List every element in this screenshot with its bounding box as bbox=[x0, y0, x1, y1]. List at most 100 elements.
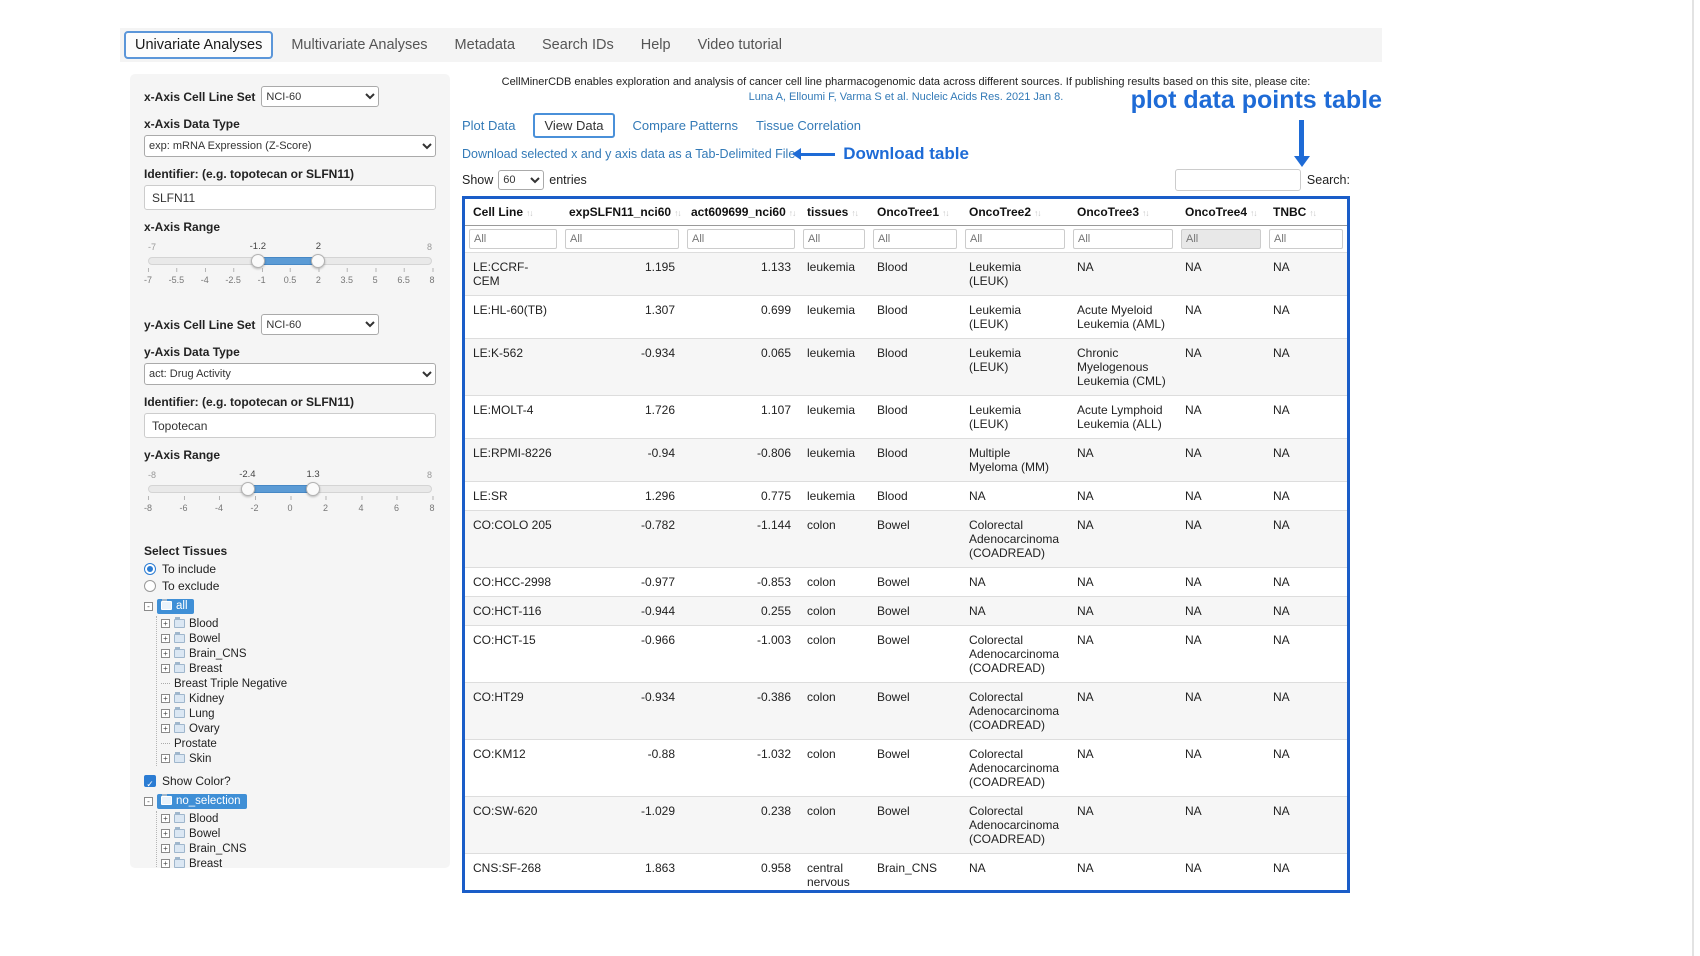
column-header-oncotree1[interactable]: OncoTree1↑↓ bbox=[869, 199, 961, 226]
table-row[interactable]: LE:RPMI-8226-0.94-0.806leukemiaBloodMult… bbox=[465, 439, 1347, 482]
expand-icon[interactable]: + bbox=[161, 649, 170, 658]
table-row[interactable]: CO:HT29-0.934-0.386colonBowelColorectal … bbox=[465, 683, 1347, 740]
tree-root-no-selection[interactable]: - no_selection bbox=[144, 792, 436, 810]
filter-cell bbox=[961, 226, 1069, 253]
slider-track[interactable] bbox=[148, 485, 432, 493]
slider-handle-high[interactable] bbox=[311, 254, 325, 268]
tree-item-breast-triple-negative[interactable]: Breast Triple Negative bbox=[161, 676, 436, 691]
filter-input-expslfn11-nci60[interactable] bbox=[565, 229, 679, 249]
slider-handle-low[interactable] bbox=[251, 254, 265, 268]
entries-select[interactable]: 60 bbox=[498, 170, 544, 190]
tree-item-blood[interactable]: +Blood bbox=[161, 616, 436, 631]
x-axis-cell-line-set-select[interactable]: NCI-60 bbox=[261, 86, 379, 107]
slider-track[interactable] bbox=[148, 257, 432, 265]
tab-tissue-correlation[interactable]: Tissue Correlation bbox=[756, 114, 861, 137]
nav-tab-multivariate-analyses[interactable]: Multivariate Analyses bbox=[282, 33, 436, 57]
table-row[interactable]: CNS:SF-2681.8630.958central nervous syst… bbox=[465, 854, 1347, 894]
tree-item-bowel[interactable]: +Bowel bbox=[161, 826, 436, 841]
slider-min-label: -7 bbox=[148, 242, 156, 252]
expand-icon[interactable]: + bbox=[161, 859, 170, 868]
expand-icon[interactable]: + bbox=[161, 634, 170, 643]
x-axis-identifier-input[interactable] bbox=[144, 185, 436, 210]
column-header-expslfn11-nci60[interactable]: expSLFN11_nci60↑↓ bbox=[561, 199, 683, 226]
table-row[interactable]: CO:HCT-116-0.9440.255colonBowelNANANANA bbox=[465, 597, 1347, 626]
expand-icon[interactable]: + bbox=[161, 694, 170, 703]
table-row[interactable]: LE:HL-60(TB)1.3070.699leukemiaBloodLeuke… bbox=[465, 296, 1347, 339]
tree-item-ovary[interactable]: +Ovary bbox=[161, 721, 436, 736]
table-row[interactable]: CO:SW-620-1.0290.238colonBowelColorectal… bbox=[465, 797, 1347, 854]
column-header-oncotree2[interactable]: OncoTree2↑↓ bbox=[961, 199, 1069, 226]
download-link[interactable]: Download selected x and y axis data as a… bbox=[462, 147, 795, 161]
table-row[interactable]: LE:K-562-0.9340.065leukemiaBloodLeukemia… bbox=[465, 339, 1347, 396]
column-header-oncotree4[interactable]: OncoTree4↑↓ bbox=[1177, 199, 1265, 226]
x-axis-data-type-select[interactable]: exp: mRNA Expression (Z-Score) bbox=[144, 135, 436, 157]
table-row[interactable]: LE:SR1.2960.775leukemiaBloodNANANANA bbox=[465, 482, 1347, 511]
tissue-exclude-radio[interactable]: To exclude bbox=[144, 579, 436, 593]
table-row[interactable]: CO:HCT-15-0.966-1.003colonBowelColorecta… bbox=[465, 626, 1347, 683]
nav-tab-help[interactable]: Help bbox=[632, 33, 680, 57]
expand-icon[interactable]: + bbox=[161, 754, 170, 763]
nav-tab-univariate-analyses[interactable]: Univariate Analyses bbox=[124, 31, 273, 59]
tab-compare-patterns[interactable]: Compare Patterns bbox=[633, 114, 739, 137]
filter-input-oncotree4[interactable] bbox=[1181, 229, 1261, 249]
column-header-oncotree3[interactable]: OncoTree3↑↓ bbox=[1069, 199, 1177, 226]
expand-icon[interactable]: + bbox=[161, 619, 170, 628]
table-row[interactable]: LE:MOLT-41.7261.107leukemiaBloodLeukemia… bbox=[465, 396, 1347, 439]
tree-item-blood[interactable]: +Blood bbox=[161, 811, 436, 826]
table-row[interactable]: CO:HCC-2998-0.977-0.853colonBowelNANANAN… bbox=[465, 568, 1347, 597]
tree-item-breast[interactable]: +Breast bbox=[161, 856, 436, 868]
tree-item-skin[interactable]: +Skin bbox=[161, 751, 436, 766]
filter-input-tissues[interactable] bbox=[803, 229, 865, 249]
scrollbar-track[interactable] bbox=[1692, 0, 1694, 956]
table-row[interactable]: LE:CCRF-CEM1.1951.133leukemiaBloodLeukem… bbox=[465, 253, 1347, 296]
cell: NA bbox=[1265, 740, 1347, 797]
tree-item-kidney[interactable]: +Kidney bbox=[161, 691, 436, 706]
filter-input-oncotree2[interactable] bbox=[965, 229, 1065, 249]
nav-tab-metadata[interactable]: Metadata bbox=[446, 33, 524, 57]
slider-handle-low[interactable] bbox=[241, 482, 255, 496]
x-axis-range-slider[interactable]: -7 8 -1.2 2 -7-5.5-4-2.5-10.523.556.58 bbox=[148, 242, 432, 300]
column-header-act609699-nci60[interactable]: act609699_nci60↑↓ bbox=[683, 199, 799, 226]
y-axis-cell-line-set-select[interactable]: NCI-60 bbox=[261, 314, 379, 335]
collapse-icon[interactable]: - bbox=[144, 797, 153, 806]
expand-icon[interactable]: + bbox=[161, 814, 170, 823]
table-row[interactable]: CO:COLO 205-0.782-1.144colonBowelColorec… bbox=[465, 511, 1347, 568]
tree-root-all[interactable]: - all bbox=[144, 597, 436, 615]
tree-item-bowel[interactable]: +Bowel bbox=[161, 631, 436, 646]
tab-view-data[interactable]: View Data bbox=[533, 113, 614, 138]
slider-fill bbox=[258, 257, 318, 265]
column-header-tissues[interactable]: tissues↑↓ bbox=[799, 199, 869, 226]
search-input[interactable] bbox=[1175, 169, 1301, 191]
filter-input-tnbc[interactable] bbox=[1269, 229, 1343, 249]
tree-item-prostate[interactable]: Prostate bbox=[161, 736, 436, 751]
tree-item-brain-cns[interactable]: +Brain_CNS bbox=[161, 841, 436, 856]
tree-item-breast[interactable]: +Breast bbox=[161, 661, 436, 676]
tree-item-brain-cns[interactable]: +Brain_CNS bbox=[161, 646, 436, 661]
tree-item-lung[interactable]: +Lung bbox=[161, 706, 436, 721]
expand-icon[interactable]: + bbox=[161, 724, 170, 733]
expand-icon[interactable]: + bbox=[161, 709, 170, 718]
nav-tab-search-ids[interactable]: Search IDs bbox=[533, 33, 623, 57]
y-axis-range-slider[interactable]: -8 8 -2.4 1.3 -8-6-4-202468 bbox=[148, 470, 432, 528]
tissue-include-radio[interactable]: To include bbox=[144, 562, 436, 576]
filter-input-oncotree3[interactable] bbox=[1073, 229, 1173, 249]
filter-input-oncotree1[interactable] bbox=[873, 229, 957, 249]
table-row[interactable]: CO:KM12-0.88-1.032colonBowelColorectal A… bbox=[465, 740, 1347, 797]
show-color-checkbox[interactable]: Show Color? bbox=[144, 774, 436, 788]
nav-tab-video-tutorial[interactable]: Video tutorial bbox=[689, 33, 791, 57]
column-header-cell-line[interactable]: Cell Line↑↓ bbox=[465, 199, 561, 226]
y-axis-data-type-select[interactable]: act: Drug Activity bbox=[144, 363, 436, 385]
cell: NA bbox=[1177, 740, 1265, 797]
folder-icon bbox=[174, 619, 185, 628]
column-header-tnbc[interactable]: TNBC↑↓ bbox=[1265, 199, 1347, 226]
collapse-icon[interactable]: - bbox=[144, 602, 153, 611]
expand-icon[interactable]: + bbox=[161, 844, 170, 853]
expand-icon[interactable]: + bbox=[161, 664, 170, 673]
y-axis-identifier-input[interactable] bbox=[144, 413, 436, 438]
filter-input-cell-line[interactable] bbox=[469, 229, 557, 249]
filter-input-act609699-nci60[interactable] bbox=[687, 229, 795, 249]
citation-link[interactable]: Luna A, Elloumi F, Varma S et al. Nuclei… bbox=[462, 91, 1350, 103]
slider-handle-high[interactable] bbox=[306, 482, 320, 496]
expand-icon[interactable]: + bbox=[161, 829, 170, 838]
tab-plot-data[interactable]: Plot Data bbox=[462, 114, 515, 137]
